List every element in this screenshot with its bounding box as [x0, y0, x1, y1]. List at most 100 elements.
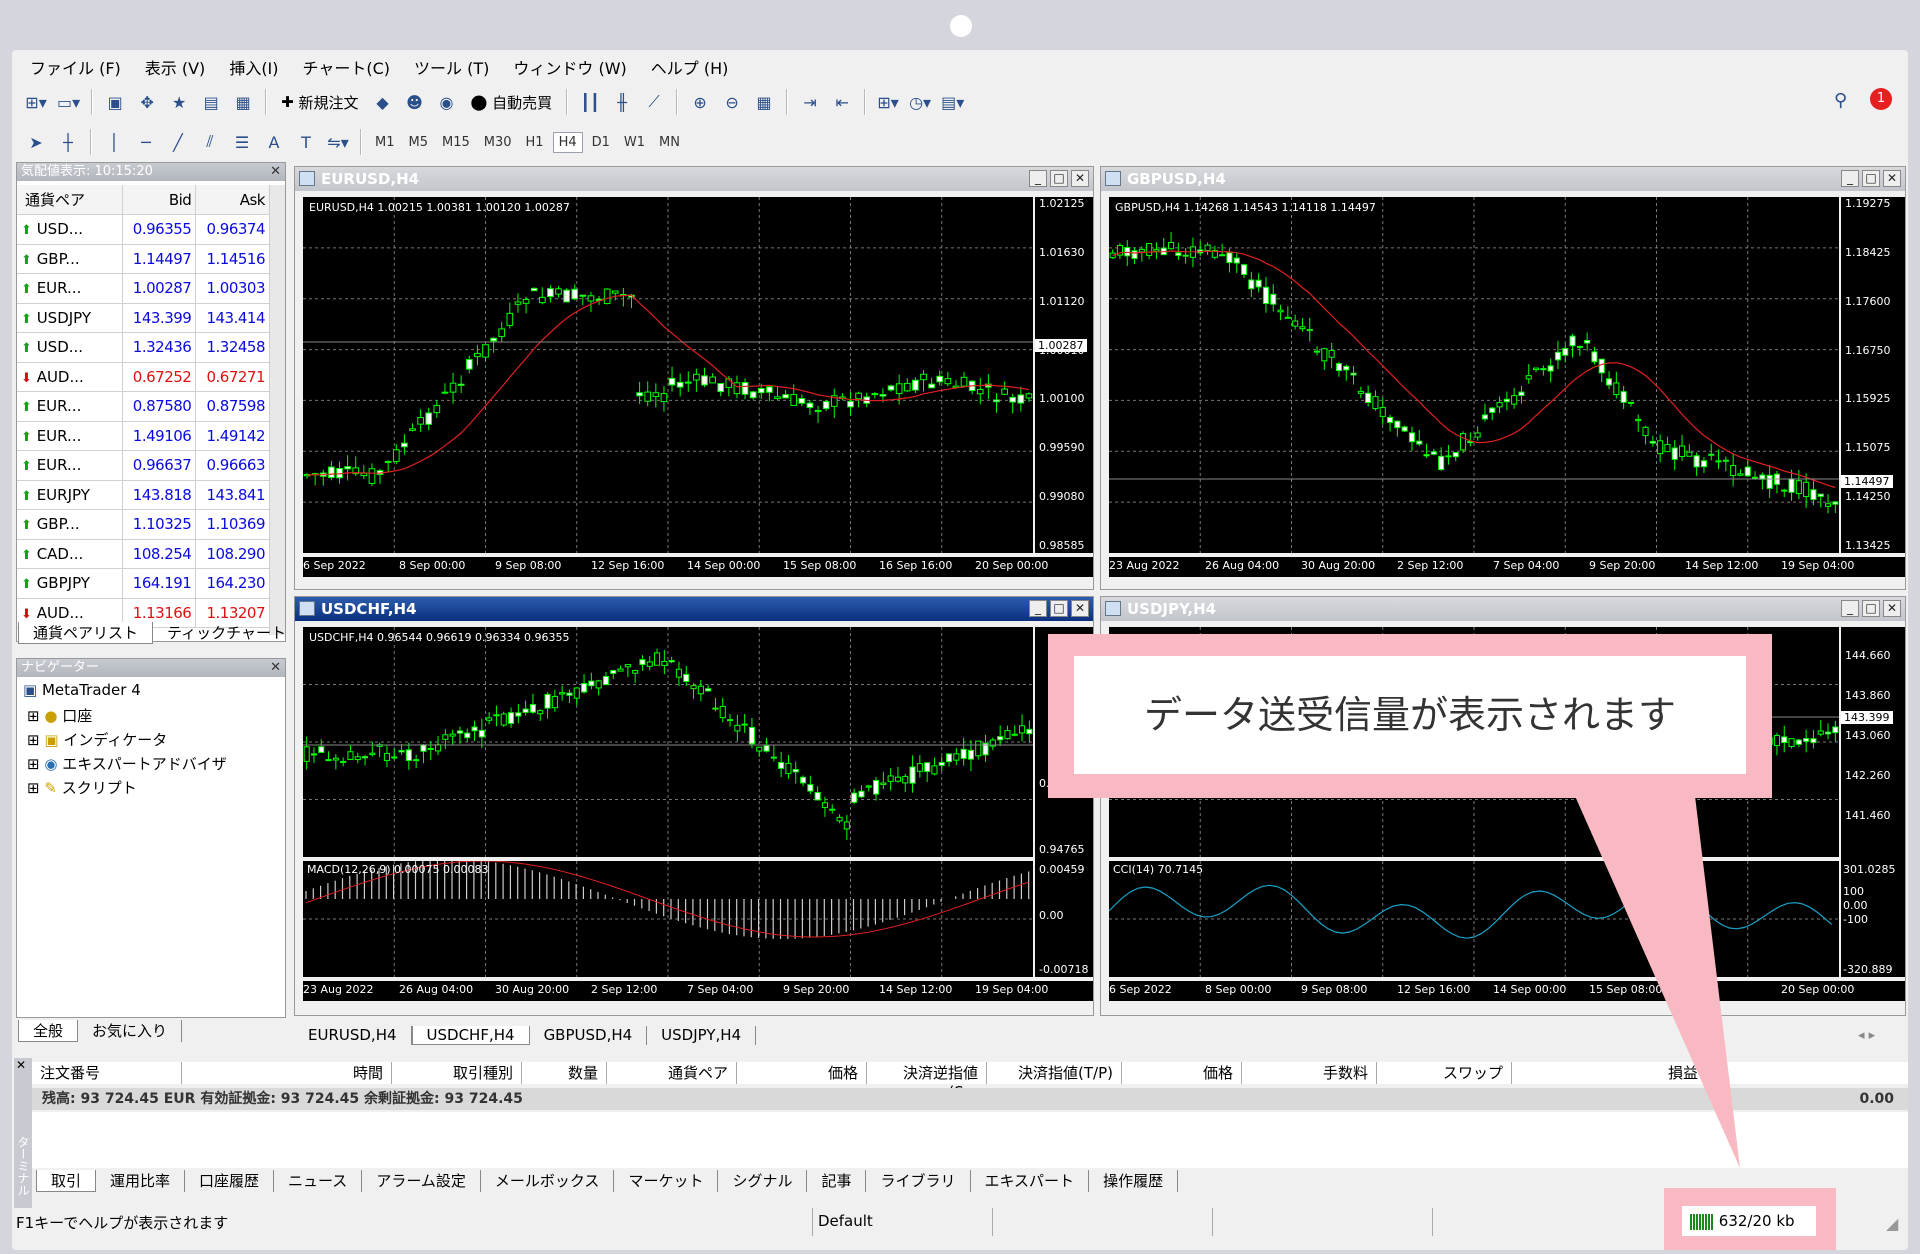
maximize-icon[interactable]: □ [1862, 600, 1880, 617]
user-icon[interactable]: ☻ [401, 88, 429, 116]
terminal-tab[interactable]: 操作履歴 [1089, 1170, 1179, 1192]
vertical-line-icon[interactable]: │ [100, 128, 128, 156]
menu-view[interactable]: 表示 (V) [135, 55, 220, 79]
terminal-tab[interactable]: 記事 [807, 1170, 867, 1192]
metaeditor-icon[interactable]: ◆ [369, 88, 397, 116]
tf-m15[interactable]: M15 [437, 133, 475, 152]
crosshair-icon[interactable]: ┼ [54, 128, 82, 156]
alert-badge[interactable]: 1 [1870, 88, 1892, 110]
tab-scroll-arrows[interactable]: ◂ ▸ [1858, 1028, 1875, 1043]
col-symbol[interactable]: 通貨ペア [17, 185, 123, 215]
market-watch-row[interactable]: ⬆ EUR... 0.87580 0.87598 [17, 391, 269, 422]
tab-favorites[interactable]: お気に入り [78, 1020, 183, 1042]
nav-accounts[interactable]: ⊞ ● 口座 [27, 705, 92, 726]
market-watch-row[interactable]: ⬆ GBP... 1.10325 1.10369 [17, 509, 269, 540]
tf-w1[interactable]: W1 [619, 133, 650, 152]
chart-window-usdchf[interactable]: USDCHF,H4 _ □ ✕ USDCHF,H4 0.96544 0.96619 … [294, 596, 1094, 1016]
menu-help[interactable]: ヘルプ (H) [641, 55, 743, 79]
market-watch-row[interactable]: ⬆ EUR... 1.00287 1.00303 [17, 273, 269, 304]
close-icon[interactable]: ✕ [1883, 600, 1901, 617]
nav-root[interactable]: ▣ MetaTrader 4 [23, 681, 141, 699]
chart-shift-icon[interactable]: ⇤ [828, 88, 856, 116]
terminal-column-header[interactable]: 時間 [182, 1062, 392, 1084]
new-order-button[interactable]: ✚ 新規注文 [275, 88, 364, 116]
line-chart-icon[interactable]: ⟋ [640, 88, 668, 116]
market-watch-row[interactable]: ⬆ EUR... 0.96637 0.96663 [17, 450, 269, 481]
zoom-out-icon[interactable]: ⊖ [718, 88, 746, 116]
close-icon[interactable]: ✕ [1071, 170, 1089, 187]
terminal-tab[interactable]: アラーム設定 [362, 1170, 481, 1192]
profiles-icon[interactable]: ▭▾ [54, 88, 83, 116]
tf-h1[interactable]: H1 [521, 133, 549, 152]
close-icon[interactable]: ✕ [16, 1058, 26, 1072]
plot-gbpusd[interactable]: GBPUSD,H4 1.14268 1.14543 1.14118 1.1449… [1109, 197, 1839, 553]
minimize-icon[interactable]: _ [1029, 600, 1047, 617]
terminal-column-header[interactable]: スワップ [1377, 1062, 1512, 1084]
periods-icon[interactable]: ◷▾ [906, 88, 934, 116]
menu-window[interactable]: ウィンドウ (W) [503, 55, 640, 79]
menu-tools[interactable]: ツール (T) [404, 55, 503, 79]
chart-window-gbpusd[interactable]: GBPUSD,H4 _ □ ✕ GBPUSD,H4 1.14268 1.14543 … [1100, 166, 1906, 590]
close-icon[interactable]: ✕ [270, 163, 281, 181]
terminal-column-header[interactable]: 取引種別 [392, 1062, 522, 1084]
market-watch-row[interactable]: ⬆ GBP... 1.14497 1.14516 [17, 244, 269, 274]
terminal-tab[interactable]: メールボックス [481, 1170, 615, 1192]
minimize-icon[interactable]: _ [1029, 170, 1047, 187]
terminal-column-header[interactable]: 注文番号 [32, 1062, 182, 1084]
terminal-tab[interactable]: 運用比率 [96, 1170, 186, 1192]
market-watch-row[interactable]: ⬆ USDJPY 143.399 143.414 [17, 303, 269, 333]
nav-experts[interactable]: ⊞ ◉ エキスパートアドバイザ [27, 753, 227, 774]
menu-charts[interactable]: チャート(C) [293, 55, 405, 79]
market-watch-row[interactable]: ⬆ USD... 1.32436 1.32458 [17, 332, 269, 363]
chart-tab-usdjpy[interactable]: USDJPY,H4 [647, 1026, 757, 1045]
terminal-tab[interactable]: ニュース [274, 1170, 363, 1192]
bar-chart-icon[interactable]: ┃┃ [576, 88, 604, 116]
templates-icon[interactable]: ▤▾ [938, 88, 967, 116]
indicators-icon[interactable]: ⊞▾ [874, 88, 902, 116]
channel-icon[interactable]: ⫽ [196, 128, 224, 156]
plot-usdchf[interactable]: USDCHF,H4 0.96544 0.96619 0.96334 0.9635… [303, 627, 1033, 857]
chart-window-eurusd[interactable]: EURUSD,H4 _ □ ✕ EURUSD,H4 1.00215 1.00381 … [294, 166, 1094, 590]
navigator-icon[interactable]: ★ [165, 88, 193, 116]
cursor-icon[interactable]: ➤ [22, 128, 50, 156]
tf-d1[interactable]: D1 [587, 133, 615, 152]
signal-icon[interactable]: ◉ [433, 88, 461, 116]
minimize-icon[interactable]: _ [1841, 600, 1859, 617]
close-icon[interactable]: ✕ [1071, 600, 1089, 617]
tile-windows-icon[interactable]: ▦ [750, 88, 778, 116]
tf-h4[interactable]: H4 [552, 131, 583, 153]
resize-grip-icon[interactable]: ◢ [1886, 1214, 1898, 1233]
chart-tab-eurusd[interactable]: EURUSD,H4 [294, 1026, 412, 1045]
tab-tick-chart[interactable]: ティックチャート [153, 622, 301, 644]
market-watch-row[interactable]: ⬆ USD... 0.96355 0.96374 [17, 214, 269, 245]
text-icon[interactable]: A [260, 128, 288, 156]
market-watch-scrollbar[interactable] [269, 185, 285, 635]
nav-scripts[interactable]: ⊞ ✎ スクリプト [27, 777, 137, 798]
tf-mn[interactable]: MN [654, 133, 685, 152]
tf-m1[interactable]: M1 [370, 133, 400, 152]
close-icon[interactable]: ✕ [1883, 170, 1901, 187]
horizontal-line-icon[interactable]: ─ [132, 128, 160, 156]
tf-m30[interactable]: M30 [479, 133, 517, 152]
terminal-column-header[interactable]: 決済指値(T/P) [987, 1062, 1122, 1084]
menu-file[interactable]: ファイル (F) [20, 55, 135, 79]
terminal-column-header[interactable]: 価格 [737, 1062, 867, 1084]
trendline-icon[interactable]: ╱ [164, 128, 192, 156]
auto-scroll-icon[interactable]: ⇥ [796, 88, 824, 116]
terminal-column-header[interactable]: 数量 [522, 1062, 607, 1084]
market-watch-row[interactable]: ⬆ EURJPY 143.818 143.841 [17, 480, 269, 510]
terminal-column-header[interactable]: 通貨ペア [607, 1062, 737, 1084]
terminal-tab[interactable]: エキスパート [971, 1170, 1090, 1192]
terminal-column-header[interactable]: 決済逆指値(S... [867, 1062, 987, 1101]
market-watch-row[interactable]: ⬆ GBPJPY 164.191 164.230 [17, 568, 269, 599]
new-chart-icon[interactable]: ⊞▾ [22, 88, 50, 116]
arrows-icon[interactable]: ⇋▾ [324, 128, 352, 156]
terminal-icon[interactable]: ▤ [197, 88, 225, 116]
maximize-icon[interactable]: □ [1050, 170, 1068, 187]
col-ask[interactable]: Ask [195, 185, 269, 215]
zoom-in-icon[interactable]: ⊕ [686, 88, 714, 116]
candlestick-icon[interactable]: ╫ [608, 88, 636, 116]
strategy-tester-icon[interactable]: ▦ [229, 88, 257, 116]
terminal-tab[interactable]: ライブラリ [866, 1170, 971, 1192]
chart-tab-gbpusd[interactable]: GBPUSD,H4 [530, 1026, 648, 1045]
